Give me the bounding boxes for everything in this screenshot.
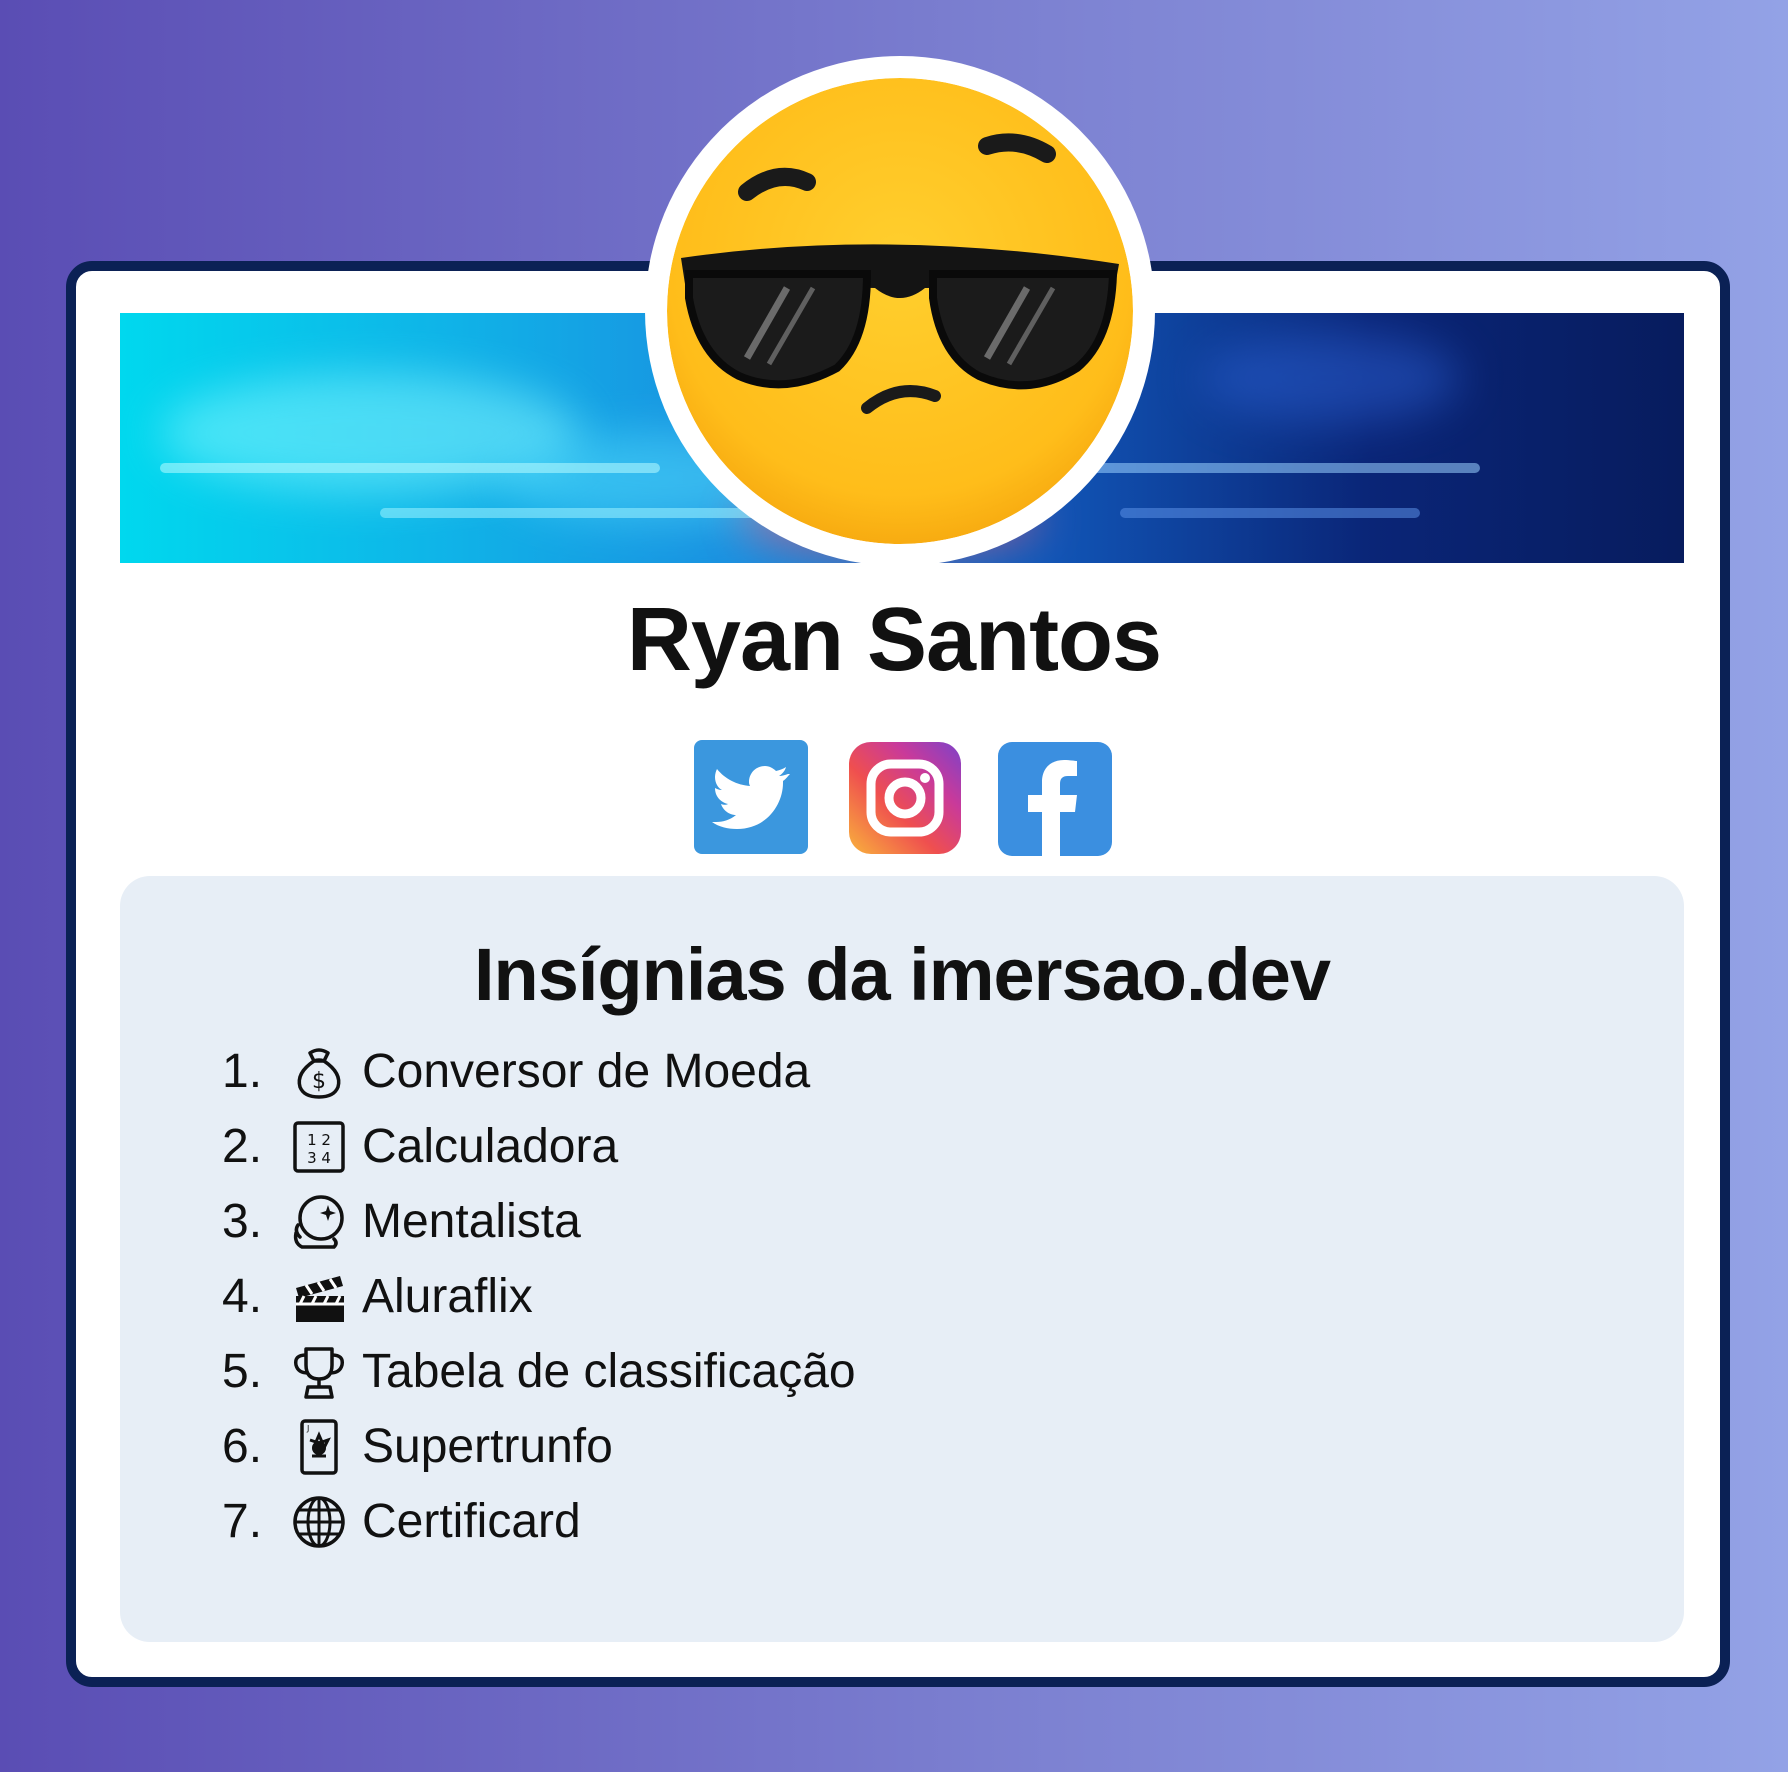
badge-item: 2. 1 23 4 Calculadora (222, 1109, 856, 1184)
instagram-link[interactable] (849, 742, 961, 854)
badge-number: 2. (222, 1120, 263, 1173)
badge-label: Supertrunfo (362, 1420, 613, 1473)
badge-item: 4. Aluraflix (222, 1259, 856, 1334)
clapper-board-icon (290, 1268, 348, 1326)
globe-icon (290, 1493, 348, 1551)
badge-label: Calculadora (362, 1120, 619, 1173)
badge-label: Aluraflix (362, 1270, 533, 1323)
badge-item: 7. Certificard (222, 1484, 856, 1559)
badge-label: Tabela de classificação (362, 1345, 856, 1398)
sunglasses-emoji-icon (667, 78, 1133, 544)
profile-name: Ryan Santos (626, 590, 1162, 690)
badge-number: 3. (222, 1195, 263, 1248)
badge-label: Conversor de Moeda (362, 1045, 811, 1098)
badges-title: Insígnias da imersao.dev (473, 933, 1331, 1016)
facebook-icon (1028, 760, 1077, 856)
badge-item: 6. J Supertrunfo (222, 1409, 856, 1484)
badge-number: 5. (222, 1345, 263, 1398)
svg-text:1 2: 1 2 (307, 1131, 331, 1149)
money-bag-icon: $ (290, 1043, 348, 1101)
trophy-icon (290, 1343, 348, 1401)
badge-item: 3. Mentalista (222, 1184, 856, 1259)
numbers-1234-icon: 1 23 4 (290, 1118, 348, 1176)
badge-number: 4. (222, 1270, 263, 1323)
facebook-link[interactable] (998, 742, 1112, 856)
badge-item: 1. $ Conversor de Moeda (222, 1034, 856, 1109)
badge-item: 5. Tabela de classificação (222, 1334, 856, 1409)
twitter-link[interactable] (694, 740, 808, 854)
badge-label: Certificard (362, 1495, 581, 1548)
twitter-icon (712, 766, 790, 829)
instagram-icon (866, 759, 944, 837)
svg-text:3 4: 3 4 (307, 1149, 331, 1167)
badge-number: 1. (222, 1045, 263, 1098)
joker-card-icon: J (290, 1418, 348, 1476)
badge-label: Mentalista (362, 1195, 581, 1248)
badge-number: 6. (222, 1420, 263, 1473)
svg-text:J: J (306, 1424, 309, 1433)
avatar (667, 78, 1133, 544)
badges-list: 1. $ Conversor de Moeda 2. 1 23 4 Calcul… (222, 1034, 856, 1559)
crystal-ball-icon (290, 1193, 348, 1251)
svg-text:$: $ (312, 1069, 326, 1094)
badge-number: 7. (222, 1495, 263, 1548)
